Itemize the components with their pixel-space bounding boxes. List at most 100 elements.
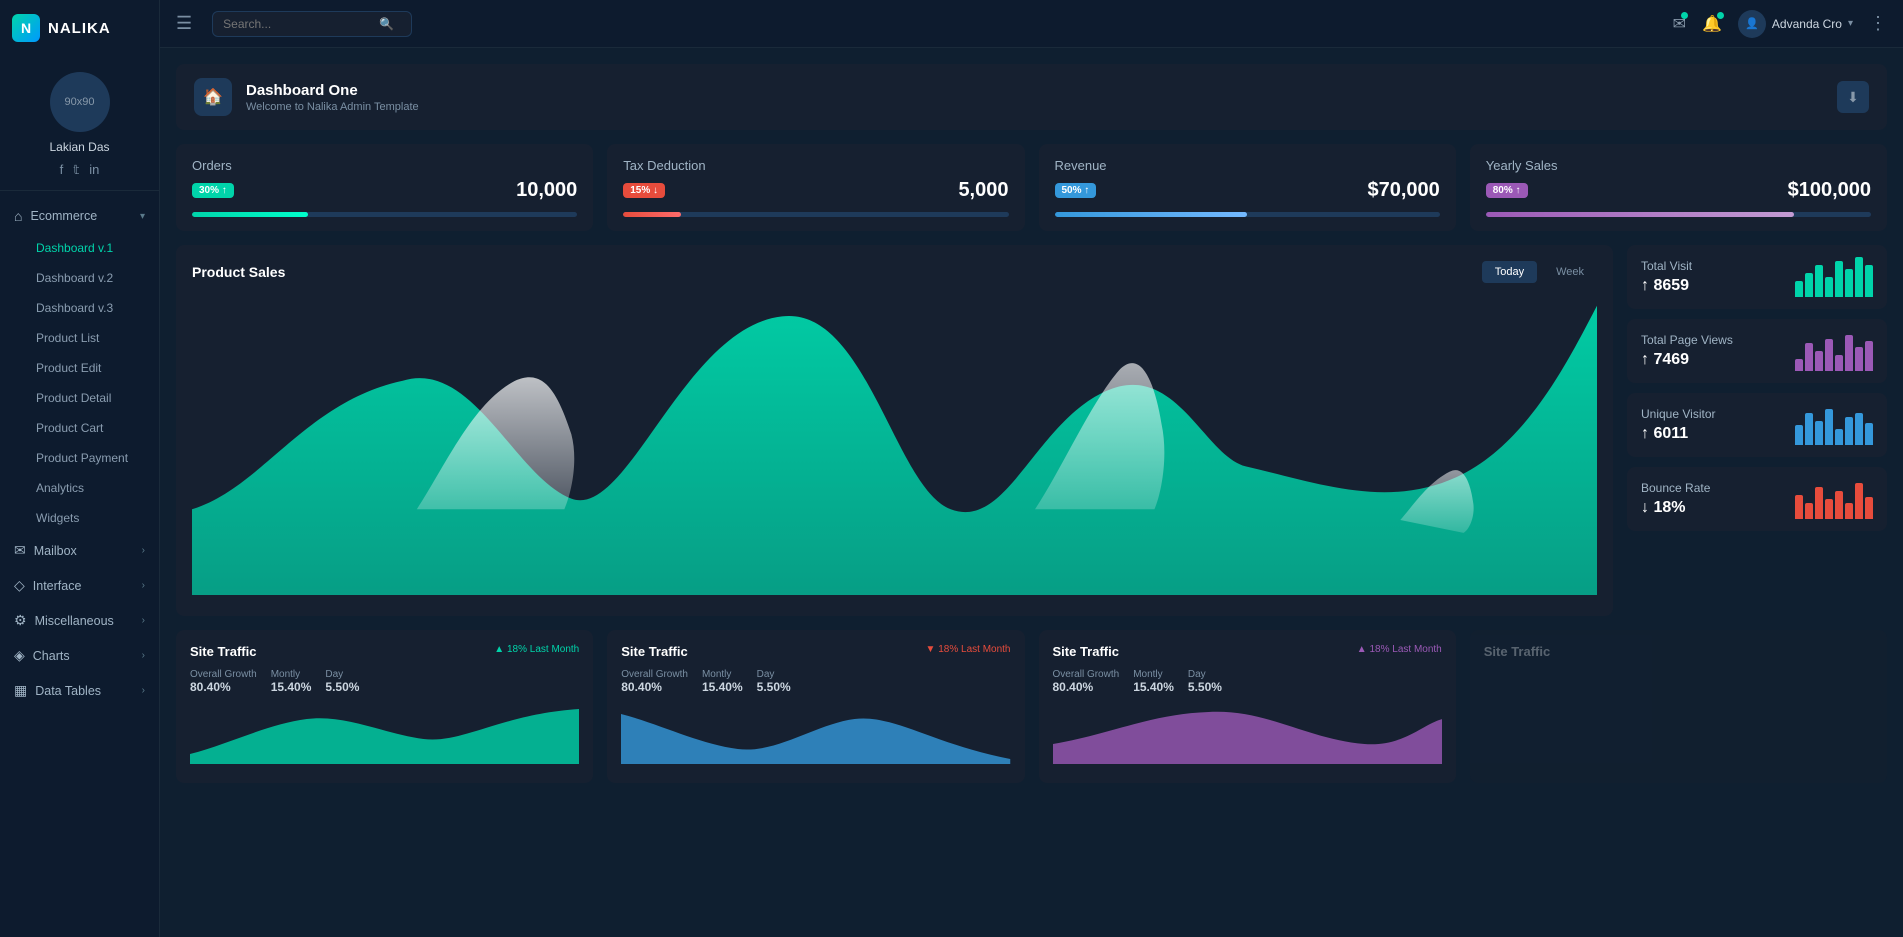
bounce-rate-title: Bounce Rate xyxy=(1641,481,1710,495)
stat-card-tax: Tax Deduction 15% ↓ 5,000 xyxy=(607,144,1024,231)
middle-row: Product Sales Today Week xyxy=(176,245,1887,616)
total-page-views-card: Total Page Views ↑ 7469 xyxy=(1627,319,1887,383)
mail-icon: ✉ xyxy=(14,542,26,559)
traffic-title-2: Site Traffic xyxy=(621,644,687,659)
site-traffic-card-2: Site Traffic ▼ 18% Last Month Overall Gr… xyxy=(607,630,1024,783)
interface-icon: ◇ xyxy=(14,577,25,594)
sidebar-item-mailbox[interactable]: ✉ Mailbox › xyxy=(0,533,159,568)
revenue-title: Revenue xyxy=(1055,158,1107,173)
hamburger-icon[interactable]: ☰ xyxy=(176,13,192,34)
facebook-icon[interactable]: f xyxy=(60,162,64,178)
tax-value: 5,000 xyxy=(958,179,1008,202)
avatar: 90x90 xyxy=(50,72,110,132)
bell-notification-dot xyxy=(1717,12,1724,19)
charts-icon: ◈ xyxy=(14,647,25,664)
logo-icon: N xyxy=(12,14,40,42)
page-header: 🏠 Dashboard One Welcome to Nalika Admin … xyxy=(176,64,1887,130)
page-header-icon: 🏠 xyxy=(194,78,232,116)
page-views-title: Total Page Views xyxy=(1641,333,1733,347)
sidebar-logo: N NALIKA xyxy=(0,0,159,56)
page-subtitle: Welcome to Nalika Admin Template xyxy=(246,101,419,113)
sidebar-item-analytics[interactable]: Analytics xyxy=(0,473,159,503)
sidebar-item-product-list[interactable]: Product List xyxy=(0,323,159,353)
stats-row: Orders 30% ↑ 10,000 Tax Deduction 15% ↓ … xyxy=(176,144,1887,231)
sidebar-item-interface[interactable]: ◇ Interface › xyxy=(0,568,159,603)
sidebar-item-widgets[interactable]: Widgets xyxy=(0,503,159,533)
revenue-value: $70,000 xyxy=(1367,179,1439,202)
user-chevron-icon: ▾ xyxy=(1848,18,1853,29)
twitter-icon[interactable]: 𝕥 xyxy=(73,162,79,178)
sidebar-item-ecommerce[interactable]: ⌂ Ecommerce ▾ xyxy=(0,199,159,233)
chevron-right-icon2: › xyxy=(142,580,145,591)
tab-today[interactable]: Today xyxy=(1482,261,1537,283)
traffic-title-1: Site Traffic xyxy=(190,644,256,659)
download-button[interactable]: ⬇ xyxy=(1837,81,1869,113)
email-notification-dot xyxy=(1681,12,1688,19)
tax-title: Tax Deduction xyxy=(623,158,705,173)
main-content: ☰ 🔍 ✉ 🔔 👤 Advanda Cro ▾ ⋮ 🏠 xyxy=(160,0,1903,937)
misc-icon: ⚙ xyxy=(14,612,27,629)
product-sales-chart-card: Product Sales Today Week xyxy=(176,245,1613,616)
linkedin-icon[interactable]: in xyxy=(89,162,99,178)
sidebar-tables-label: Data Tables xyxy=(35,684,101,698)
sidebar-nav: ⌂ Ecommerce ▾ Dashboard v.1 Dashboard v.… xyxy=(0,191,159,716)
search-input[interactable] xyxy=(223,17,373,31)
user-menu[interactable]: 👤 Advanda Cro ▾ xyxy=(1738,10,1853,38)
traffic-stats-3: Overall Growth 80.40% Montly 15.40% Day … xyxy=(1053,669,1442,694)
site-traffic-card-1: Site Traffic ▲ 18% Last Month Overall Gr… xyxy=(176,630,593,783)
search-icon: 🔍 xyxy=(379,17,394,31)
traffic-title-4: Site Traffic xyxy=(1484,644,1550,659)
sidebar: N NALIKA 90x90 Lakian Das f 𝕥 in ⌂ Ecomm… xyxy=(0,0,160,937)
stat-card-yearly-sales: Yearly Sales 80% ↑ $100,000 xyxy=(1470,144,1887,231)
yearly-sales-badge: 80% ↑ xyxy=(1486,183,1528,198)
total-visit-card: Total Visit ↑ 8659 xyxy=(1627,245,1887,309)
chevron-right-icon4: › xyxy=(142,650,145,661)
tab-week[interactable]: Week xyxy=(1543,261,1597,283)
traffic-stats-1: Overall Growth 80.40% Montly 15.40% Day … xyxy=(190,669,579,694)
page-views-value: ↑ 7469 xyxy=(1641,351,1733,369)
sidebar-item-dashboard-v2[interactable]: Dashboard v.2 xyxy=(0,263,159,293)
tables-icon: ▦ xyxy=(14,682,27,699)
home-icon: ⌂ xyxy=(14,208,22,224)
sidebar-item-product-detail[interactable]: Product Detail xyxy=(0,383,159,413)
site-traffic-card-3: Site Traffic ▲ 18% Last Month Overall Gr… xyxy=(1039,630,1456,783)
user-name: Lakian Das xyxy=(49,140,109,154)
right-stats-panel: Total Visit ↑ 8659 xyxy=(1627,245,1887,616)
orders-value: 10,000 xyxy=(516,179,577,202)
sidebar-item-product-payment[interactable]: Product Payment xyxy=(0,443,159,473)
site-traffic-card-4: Site Traffic xyxy=(1470,630,1887,783)
sidebar-user-section: 90x90 Lakian Das f 𝕥 in xyxy=(0,56,159,191)
user-avatar: 👤 xyxy=(1738,10,1766,38)
unique-visitor-title: Unique Visitor xyxy=(1641,407,1715,421)
sidebar-item-dashboard-v3[interactable]: Dashboard v.3 xyxy=(0,293,159,323)
tax-badge: 15% ↓ xyxy=(623,183,665,198)
sidebar-item-data-tables[interactable]: ▦ Data Tables › xyxy=(0,673,159,708)
total-visit-title: Total Visit xyxy=(1641,259,1692,273)
area-chart-svg xyxy=(192,295,1597,595)
traffic-chart-2 xyxy=(621,704,1010,764)
chevron-right-icon5: › xyxy=(142,685,145,696)
sidebar-item-charts[interactable]: ◈ Charts › xyxy=(0,638,159,673)
sidebar-item-product-cart[interactable]: Product Cart xyxy=(0,413,159,443)
sidebar-item-miscellaneous[interactable]: ⚙ Miscellaneous › xyxy=(0,603,159,638)
user-display-name: Advanda Cro xyxy=(1772,17,1842,31)
unique-visitor-bars xyxy=(1795,405,1873,445)
unique-visitor-value: ↑ 6011 xyxy=(1641,425,1715,443)
yearly-sales-value: $100,000 xyxy=(1788,179,1871,202)
bell-icon[interactable]: 🔔 xyxy=(1702,14,1722,34)
traffic-badge-1: ▲ 18% Last Month xyxy=(494,644,579,655)
page-views-bars xyxy=(1795,331,1873,371)
bottom-row: Site Traffic ▲ 18% Last Month Overall Gr… xyxy=(176,630,1887,783)
sidebar-item-product-edit[interactable]: Product Edit xyxy=(0,353,159,383)
social-icons: f 𝕥 in xyxy=(60,162,100,178)
orders-badge: 30% ↑ xyxy=(192,183,234,198)
more-options-icon[interactable]: ⋮ xyxy=(1869,13,1887,34)
chart-tabs: Today Week xyxy=(1482,261,1597,283)
header: ☰ 🔍 ✉ 🔔 👤 Advanda Cro ▾ ⋮ xyxy=(160,0,1903,48)
revenue-badge: 50% ↑ xyxy=(1055,183,1097,198)
traffic-badge-2: ▼ 18% Last Month xyxy=(926,644,1011,655)
stat-card-orders: Orders 30% ↑ 10,000 xyxy=(176,144,593,231)
sidebar-ecommerce-label: Ecommerce xyxy=(30,209,97,223)
email-icon[interactable]: ✉ xyxy=(1673,14,1686,34)
sidebar-item-dashboard-v1[interactable]: Dashboard v.1 xyxy=(0,233,159,263)
